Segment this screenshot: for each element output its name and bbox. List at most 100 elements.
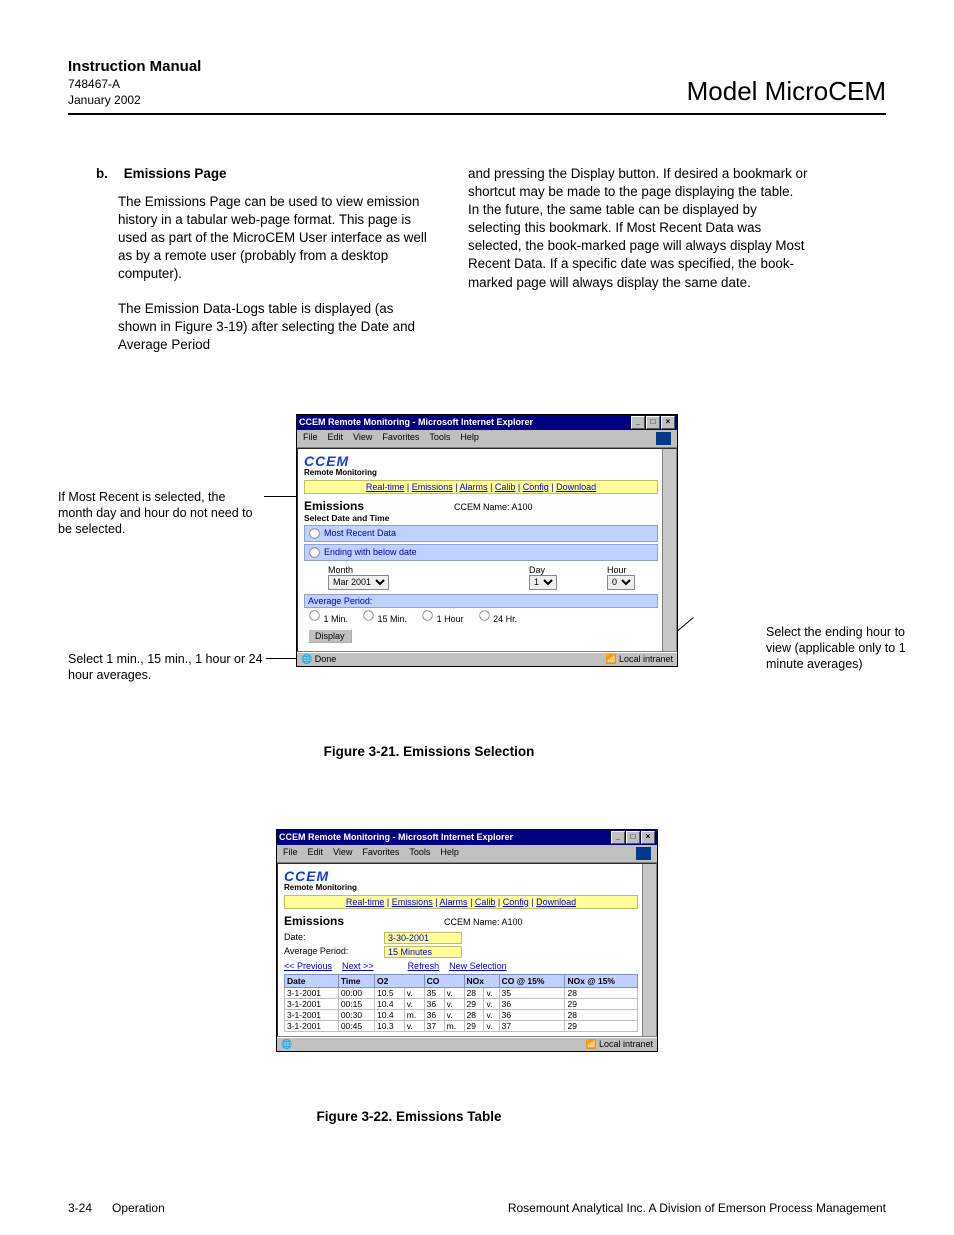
- col-nox: NOx: [464, 974, 499, 987]
- ccem-name: CCEM Name: A100: [444, 917, 523, 927]
- emissions-table: Date Time O2 CO NOx CO @ 15% NOx @ 15% 3…: [284, 974, 638, 1032]
- nav-calib[interactable]: Calib: [475, 897, 496, 907]
- col-date: Date: [285, 974, 339, 987]
- window-title: CCEM Remote Monitoring - Microsoft Inter…: [299, 417, 533, 427]
- annotation-most-recent: If Most Recent is selected, the month da…: [58, 489, 258, 538]
- menu-favorites[interactable]: Favorites: [362, 847, 399, 860]
- radio-most-recent[interactable]: [309, 528, 319, 538]
- nav-config[interactable]: Config: [503, 897, 529, 907]
- menu-tools[interactable]: Tools: [429, 432, 450, 445]
- nav-alarms[interactable]: Alarms: [460, 482, 488, 492]
- annotation-ending-hour: Select the ending hour to view (applicab…: [766, 624, 926, 673]
- ending-label: Ending with below date: [324, 547, 417, 557]
- nav-emissions[interactable]: Emissions: [392, 897, 433, 907]
- remote-monitoring-label: Remote Monitoring: [284, 883, 638, 892]
- nav-calib[interactable]: Calib: [495, 482, 516, 492]
- menu-file[interactable]: File: [303, 432, 318, 445]
- menu-file[interactable]: File: [283, 847, 298, 860]
- menu-help[interactable]: Help: [460, 432, 479, 445]
- annotation-avg-period: Select 1 min., 15 min., 1 hour or 24 hou…: [68, 651, 268, 684]
- avg-label: Average Period:: [284, 946, 380, 958]
- ie-logo-icon: [636, 847, 651, 860]
- para-1: The Emissions Page can be used to view e…: [68, 193, 428, 283]
- para-3: and pressing the Display button. If desi…: [468, 165, 808, 292]
- radio-24hr[interactable]: [479, 610, 489, 620]
- link-new-selection[interactable]: New Selection: [449, 961, 507, 971]
- page-header: Instruction Manual 748467-A January 2002…: [68, 58, 886, 115]
- radio-1hour[interactable]: [422, 610, 432, 620]
- nav-realtime[interactable]: Real-time: [346, 897, 385, 907]
- footer-section: Operation: [112, 1201, 165, 1215]
- radio-1min[interactable]: [309, 610, 319, 620]
- emissions-heading: Emissions: [304, 499, 364, 513]
- nav-emissions[interactable]: Emissions: [412, 482, 453, 492]
- link-next[interactable]: Next >>: [342, 961, 374, 971]
- date-label: Date:: [284, 932, 380, 944]
- maximize-icon[interactable]: □: [646, 416, 660, 429]
- col-nox15: NOx @ 15%: [565, 974, 638, 987]
- status-done: Done: [315, 654, 337, 664]
- nav-download[interactable]: Download: [556, 482, 596, 492]
- minimize-icon[interactable]: _: [611, 831, 625, 844]
- figure-caption-1: Figure 3-21. Emissions Selection: [238, 744, 620, 759]
- nav-realtime[interactable]: Real-time: [366, 482, 405, 492]
- table-row: 3-1-200100:3010.4m.36v.28v.3628: [285, 1009, 638, 1020]
- browser-window: CCEM Remote Monitoring - Microsoft Inter…: [296, 414, 678, 667]
- month-select[interactable]: Mar 2001: [328, 575, 389, 590]
- link-previous[interactable]: << Previous: [284, 961, 332, 971]
- ie-logo-icon: [656, 432, 671, 445]
- avg-value: 15 Minutes: [384, 946, 462, 958]
- month-label: Month: [328, 565, 389, 575]
- page-number: 3-24: [68, 1201, 92, 1215]
- section-letter: b.: [96, 165, 120, 183]
- para-2: The Emission Data-Logs table is displaye…: [68, 300, 428, 354]
- ccem-name: CCEM Name: A100: [454, 502, 533, 512]
- display-button[interactable]: Display: [308, 629, 352, 643]
- model-name: Model MicroCEM: [687, 76, 886, 107]
- date-value: 3-30-2001: [384, 932, 462, 944]
- col-o2: O2: [375, 974, 425, 987]
- page-footer: 3-24 Operation Rosemount Analytical Inc.…: [68, 1201, 886, 1215]
- menu-edit[interactable]: Edit: [328, 432, 344, 445]
- minimize-icon[interactable]: _: [631, 416, 645, 429]
- col-co15: CO @ 15%: [499, 974, 565, 987]
- nav-config[interactable]: Config: [523, 482, 549, 492]
- right-column: and pressing the Display button. If desi…: [468, 165, 808, 354]
- menu-edit[interactable]: Edit: [308, 847, 324, 860]
- table-row: 3-1-200100:1510.4v.36v.29v.3629: [285, 998, 638, 1009]
- day-select[interactable]: 1: [529, 575, 557, 590]
- close-icon[interactable]: ×: [641, 831, 655, 844]
- scrollbar[interactable]: [662, 449, 676, 651]
- radio-ending-date[interactable]: [309, 547, 319, 557]
- figure-caption-2: Figure 3-22. Emissions Table: [218, 1109, 600, 1124]
- window-title: CCEM Remote Monitoring - Microsoft Inter…: [279, 832, 513, 842]
- menu-view[interactable]: View: [353, 432, 372, 445]
- menu-favorites[interactable]: Favorites: [382, 432, 419, 445]
- avg-period-label: Average Period:: [304, 594, 658, 608]
- hour-select[interactable]: 0: [607, 575, 635, 590]
- section-title: Emissions Page: [124, 166, 227, 181]
- nav-alarms[interactable]: Alarms: [440, 897, 468, 907]
- radio-15min[interactable]: [363, 610, 373, 620]
- table-row: 3-1-200100:4510.3v.37m.29v.3729: [285, 1020, 638, 1031]
- status-zone: Local intranet: [619, 654, 673, 664]
- close-icon[interactable]: ×: [661, 416, 675, 429]
- maximize-icon[interactable]: □: [626, 831, 640, 844]
- leader-line: [678, 617, 694, 631]
- hour-label: Hour: [607, 565, 635, 575]
- browser-window-2: CCEM Remote Monitoring - Microsoft Inter…: [276, 829, 658, 1052]
- link-refresh[interactable]: Refresh: [408, 961, 440, 971]
- ccem-logo: CCEM: [304, 453, 658, 469]
- select-dt-label: Select Date and Time: [304, 513, 658, 523]
- day-label: Day: [529, 565, 557, 575]
- scrollbar[interactable]: [642, 864, 656, 1036]
- remote-monitoring-label: Remote Monitoring: [304, 468, 658, 477]
- nav-bar: Real-time | Emissions | Alarms | Calib |…: [284, 895, 638, 909]
- menu-tools[interactable]: Tools: [409, 847, 430, 860]
- leader-line: [266, 658, 296, 659]
- nav-download[interactable]: Download: [536, 897, 576, 907]
- menu-help[interactable]: Help: [440, 847, 459, 860]
- col-co: CO: [424, 974, 464, 987]
- left-column: b. Emissions Page The Emissions Page can…: [68, 165, 428, 354]
- menu-view[interactable]: View: [333, 847, 352, 860]
